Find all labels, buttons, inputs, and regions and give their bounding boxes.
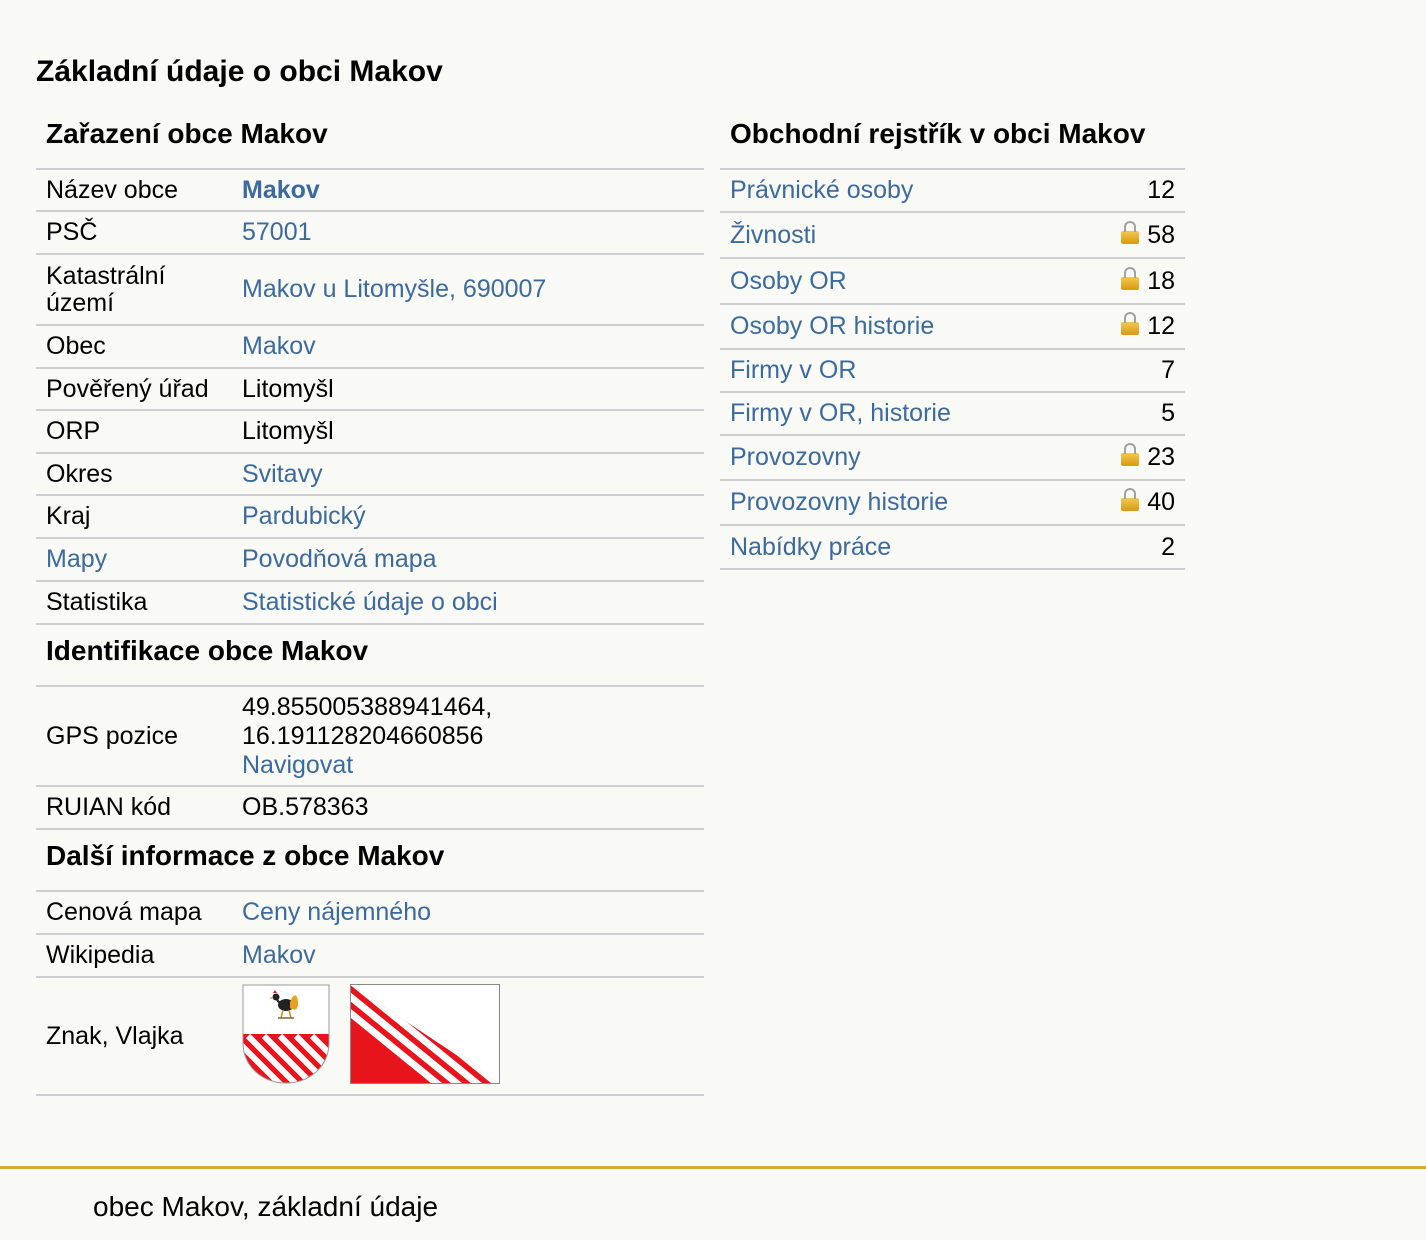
table-row: Statistika Statistické údaje o obci [36,581,704,625]
identifikace-heading: Identifikace obce Makov [36,625,704,687]
flag-image[interactable] [350,984,500,1084]
navigovat-link[interactable]: Navigovat [242,751,353,779]
rejstrik-heading: Obchodní rejstřík v obci Makov [720,108,1185,170]
okres-link[interactable]: Svitavy [242,460,323,488]
firmy-v-or-link[interactable]: Firmy v OR [730,356,856,384]
table-row: Firmy v OR, historie 5 [720,392,1185,436]
row-label: Název obce [36,170,232,212]
row-label: Cenová mapa [36,892,232,935]
lock-icon [1121,312,1140,335]
table-row: Živnosti 58 [720,212,1185,259]
zarazeni-table: Název obce Makov PSČ 57001 Katastrální ú… [36,170,704,625]
row-label: GPS pozice [36,687,232,787]
povodnova-mapa-link[interactable]: Povodňová mapa [242,545,437,573]
pravnicke-osoby-link[interactable]: Právnické osoby [730,176,913,204]
table-row: Mapy Povodňová mapa [36,538,704,582]
page-title: Základní údaje o obci Makov [36,55,443,88]
count-value: 40 [1147,488,1175,516]
zivnosti-link[interactable]: Živnosti [730,221,816,249]
lock-icon [1121,266,1140,290]
footer-divider [0,1166,1426,1169]
lock-icon [1121,443,1140,466]
count-value: 18 [1147,266,1175,295]
count-value: 12 [1045,170,1185,213]
osoby-or-historie-link[interactable]: Osoby OR historie [730,312,934,340]
gps-latitude: 49.855005388941464, [242,692,493,721]
count-value: 2 [1045,525,1185,570]
osoby-or-link[interactable]: Osoby OR [730,267,847,295]
identifikace-table: GPS pozice 49.855005388941464, 16.191128… [36,687,704,830]
count-value: 12 [1147,312,1175,340]
nabidky-prace-link[interactable]: Nabídky práce [730,533,891,561]
row-label: Obec [36,325,232,369]
table-row: Firmy v OR 7 [720,349,1185,393]
left-column: Zařazení obce Makov Název obce Makov PSČ… [36,108,704,1096]
rejstrik-table: Právnické osoby 12 Živnosti 58 Osoby OR … [720,170,1185,570]
lock-icon [1121,220,1140,244]
count-value: 23 [1147,443,1175,471]
table-row: Pověřený úřad Litomyšl [36,368,704,411]
table-row: ORP Litomyšl [36,410,704,454]
table-row: Okres Svitavy [36,453,704,496]
table-row: Kraj Pardubický [36,495,704,539]
row-label: PSČ [36,211,232,255]
table-row: Právnické osoby 12 [720,170,1185,213]
table-row: Cenová mapa Ceny nájemného [36,892,704,935]
provozovny-historie-link[interactable]: Provozovny historie [730,488,948,516]
nazev-obce-link[interactable]: Makov [242,176,320,204]
table-row: Wikipedia Makov [36,934,704,978]
firmy-v-or-historie-link[interactable]: Firmy v OR, historie [730,399,951,427]
provozovny-link[interactable]: Provozovny [730,443,861,471]
table-row: Provozovny historie 40 [720,480,1185,526]
psc-link[interactable]: 57001 [242,218,312,246]
right-column: Obchodní rejstřík v obci Makov Právnické… [720,108,1185,570]
table-row: RUIAN kód OB.578363 [36,786,704,830]
lock-icon [1121,488,1140,511]
statistika-link[interactable]: Statistické údaje o obci [242,588,498,616]
dalsi-heading: Další informace z obce Makov [36,830,704,892]
count-value: 5 [1045,392,1185,436]
katastralni-uzemi-link[interactable]: Makov u Litomyšle, 690007 [242,275,546,303]
dalsi-table: Cenová mapa Ceny nájemného Wikipedia Mak… [36,892,704,1096]
row-label: Wikipedia [36,934,232,978]
ruian-value: OB.578363 [232,786,704,830]
row-label: Okres [36,453,232,496]
count-value: 7 [1045,349,1185,393]
count-value: 58 [1147,220,1175,249]
kraj-link[interactable]: Pardubický [242,502,366,530]
wikipedia-link[interactable]: Makov [242,941,316,969]
table-row: PSČ 57001 [36,211,704,255]
table-row: Název obce Makov [36,170,704,212]
row-label: Znak, Vlajka [36,977,232,1096]
row-label: Pověřený úřad [36,368,232,411]
row-label: ORP [36,410,232,454]
table-row: GPS pozice 49.855005388941464, 16.191128… [36,687,704,787]
table-row: Znak, Vlajka [36,977,704,1096]
table-row: Katastrální území Makov u Litomyšle, 690… [36,254,704,326]
gps-longitude: 16.191128204660856 [242,721,484,750]
mapy-link[interactable]: Mapy [46,545,107,573]
row-label: Kraj [36,495,232,539]
table-row: Provozovny 23 [720,435,1185,481]
row-label: Statistika [36,581,232,625]
row-label: RUIAN kód [36,786,232,830]
footer-text: obec Makov, základní údaje [93,1191,439,1222]
table-row: Osoby OR historie 12 [720,304,1185,350]
zarazeni-heading: Zařazení obce Makov [36,108,704,170]
orp-value: Litomyšl [232,410,704,454]
obec-link[interactable]: Makov [242,332,316,360]
table-row: Osoby OR 18 [720,258,1185,305]
row-label: Katastrální území [36,254,232,326]
coat-of-arms-image[interactable] [242,984,330,1084]
table-row: Obec Makov [36,325,704,369]
povereny-urad-value: Litomyšl [232,368,704,411]
table-row: Nabídky práce 2 [720,525,1185,570]
ceny-najemneho-link[interactable]: Ceny nájemného [242,898,431,926]
